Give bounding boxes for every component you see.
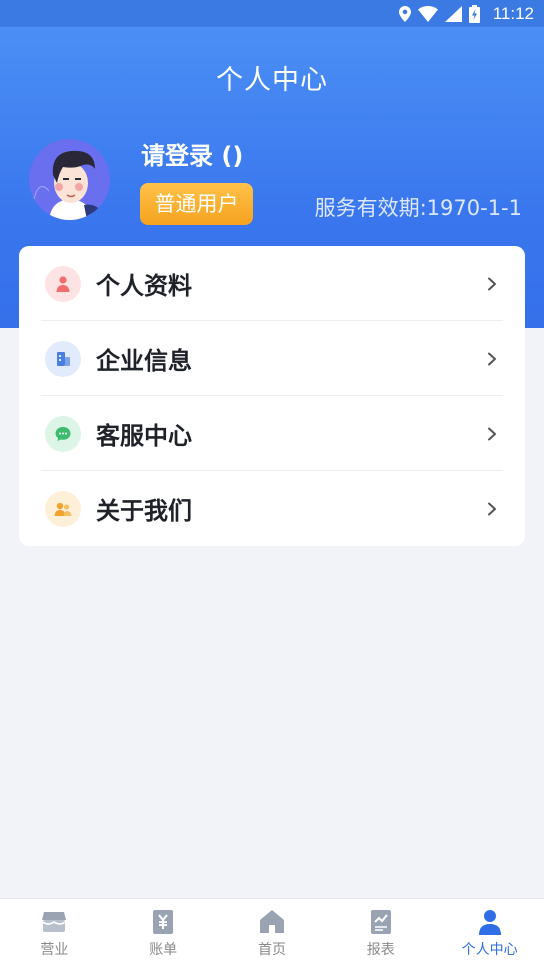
report-icon [370, 910, 391, 934]
username-login-prompt[interactable]: 请登录 () [141, 136, 243, 171]
battery-icon [468, 4, 480, 23]
chevron-right-icon [488, 502, 496, 515]
tab-label: 营业 [40, 942, 69, 958]
status-time: 11:12 [492, 3, 534, 23]
building-icon [45, 340, 81, 377]
bottom-tab-bar: 营业 账单 首页 报表 个人中心 [0, 898, 544, 966]
menu-item-company-info[interactable]: 企业信息 [19, 321, 525, 396]
tab-business[interactable]: 营业 [0, 899, 109, 966]
tab-report[interactable]: 报表 [326, 899, 435, 966]
tab-personal-center[interactable]: 个人中心 [435, 899, 544, 966]
service-validity-text: 服务有效期:1970-1-1 [314, 196, 522, 220]
menu-item-label: 个人资料 [96, 272, 192, 300]
signal-icon [444, 5, 462, 22]
menu-item-customer-service[interactable]: 客服中心 [19, 396, 525, 471]
tab-label: 账单 [149, 942, 178, 958]
tab-label: 报表 [366, 942, 395, 958]
location-icon [398, 5, 411, 22]
menu-item-label: 客服中心 [96, 422, 192, 450]
chevron-right-icon [488, 277, 496, 290]
tab-home[interactable]: 首页 [218, 899, 327, 966]
avatar-illustration [29, 139, 110, 220]
menu-item-personal-info[interactable]: 个人资料 [19, 246, 525, 321]
chat-icon [45, 415, 81, 452]
chevron-right-icon [488, 427, 496, 440]
user-icon [478, 910, 501, 935]
menu-item-about-us[interactable]: 关于我们 [19, 471, 525, 546]
avatar[interactable] [29, 139, 110, 220]
home-icon [259, 910, 284, 933]
page-title: 个人中心 [216, 65, 328, 96]
chevron-right-icon [488, 352, 496, 365]
team-icon [45, 490, 81, 527]
store-icon [42, 912, 67, 932]
menu-item-label: 企业信息 [96, 347, 192, 375]
tab-label: 首页 [257, 942, 286, 958]
user-level-badge: 普通用户 [140, 183, 253, 225]
menu-item-label: 关于我们 [96, 497, 192, 525]
menu-card: 个人资料 企业信息 客服中心 关于我们 [19, 246, 525, 546]
wifi-icon [417, 5, 438, 22]
person-icon [45, 265, 81, 302]
tab-label: 个人中心 [461, 942, 518, 958]
status-bar: 11:12 [0, 0, 544, 27]
tab-bill[interactable]: 账单 [109, 899, 218, 966]
bill-yen-icon [153, 910, 174, 934]
